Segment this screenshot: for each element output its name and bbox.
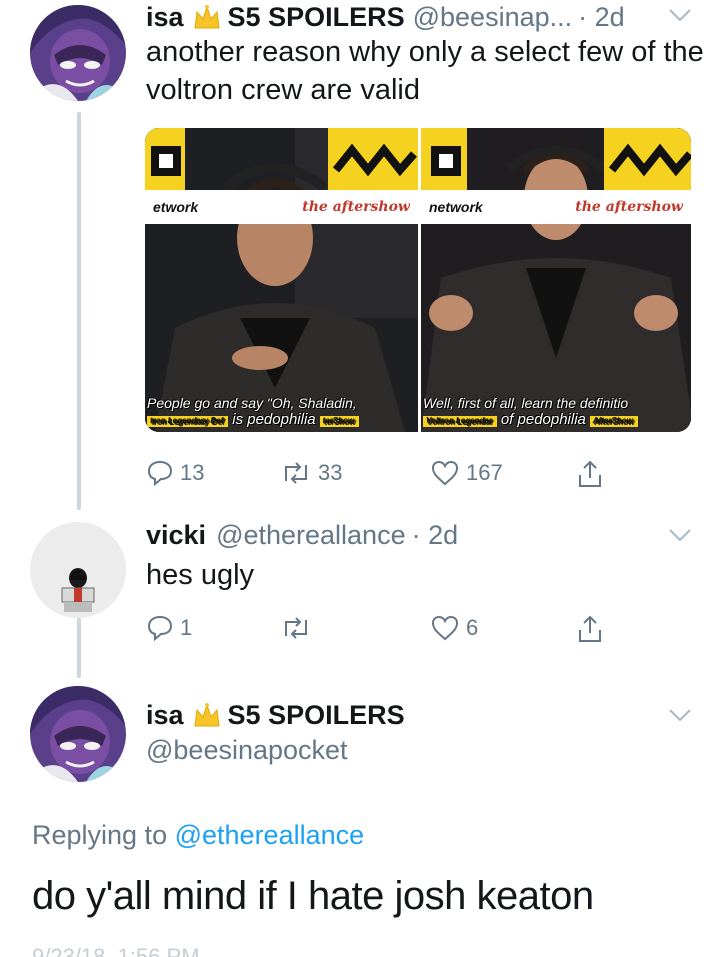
media-panel-right: network the aftershow Well, first of all… — [418, 128, 691, 432]
user-handle[interactable]: @ethereallance — [216, 520, 406, 551]
media-image[interactable]: etwork the aftershow People go and say "… — [145, 128, 691, 432]
name-suffix: S5 SPOILERS — [227, 2, 405, 32]
chevron-down-icon[interactable] — [668, 528, 692, 542]
user-handle[interactable]: @beesinap... — [413, 2, 573, 33]
reply-count: 1 — [180, 615, 193, 640]
show-label: the aftershow — [302, 199, 410, 215]
replying-prefix: Replying to — [32, 820, 168, 850]
tweet-text: hes ugly — [146, 559, 255, 591]
crown-icon — [192, 702, 222, 730]
reply-icon — [147, 460, 173, 487]
tweet1-actions: 13 33 167 — [146, 459, 616, 489]
caption-line: People go and say "Oh, Shaladin, — [147, 395, 357, 411]
caption-tag: AfterShow — [589, 416, 638, 427]
share-icon — [579, 460, 601, 487]
caption-line-2: of pedophilia — [500, 411, 586, 428]
share-button[interactable] — [576, 459, 610, 489]
avatar[interactable] — [30, 686, 126, 782]
replying-to: Replying to @ethereallance — [32, 820, 364, 851]
tweet2-actions: 1 6 — [146, 614, 616, 644]
name-suffix: S5 SPOILERS — [227, 700, 405, 730]
caption-strip: Voltron Legendar — [423, 416, 497, 427]
display-name[interactable]: vicki — [146, 520, 206, 551]
like-count: 167 — [466, 460, 503, 485]
avatar[interactable] — [30, 522, 126, 618]
retweet-button[interactable]: 33 — [280, 459, 342, 487]
caption-tag: terShow — [319, 416, 360, 427]
network-label: etwork — [153, 199, 199, 215]
thread-line-2 — [77, 618, 81, 678]
display-name[interactable]: isa — [146, 2, 184, 33]
like-icon — [431, 615, 459, 641]
reply-button[interactable]: 13 — [146, 459, 204, 487]
reply-count: 13 — [180, 460, 205, 485]
timestamp[interactable]: · 2d — [412, 520, 459, 551]
like-button[interactable]: 167 — [430, 459, 503, 487]
share-icon — [579, 615, 601, 642]
tweet1-header: isa S5 SPOILERS @beesinap... · 2d — [146, 2, 625, 33]
caption-line: Well, first of all, learn the definitio — [423, 395, 629, 411]
timestamp[interactable]: · 2d — [578, 2, 625, 33]
replying-mention[interactable]: @ethereallance — [175, 820, 365, 850]
reply-button[interactable]: 1 — [146, 614, 192, 642]
tweet3-header: isa S5 SPOILERS — [146, 700, 405, 731]
like-icon — [431, 460, 459, 486]
retweet-icon — [285, 462, 307, 484]
tweet-text: do y'all mind if I hate josh keaton — [32, 874, 594, 918]
chevron-down-icon[interactable] — [668, 8, 692, 22]
user-handle[interactable]: @beesinapocket — [146, 735, 348, 766]
avatar[interactable] — [30, 5, 126, 101]
retweet-button[interactable] — [280, 614, 318, 642]
caption-left: People go and say "Oh, Shaladin, tron Le… — [147, 395, 416, 428]
banner-left: etwork the aftershow — [145, 190, 418, 224]
tweet2-header: vicki @ethereallance · 2d — [146, 520, 458, 551]
like-button[interactable]: 6 — [430, 614, 478, 642]
logo-square — [431, 146, 461, 176]
network-label: network — [429, 199, 483, 215]
media-panel-left: etwork the aftershow People go and say "… — [145, 128, 418, 432]
caption-strip: tron Legendary Def — [147, 416, 229, 427]
like-count: 6 — [466, 615, 479, 640]
share-button[interactable] — [576, 614, 610, 644]
caption-right: Well, first of all, learn the definitio … — [423, 395, 689, 428]
display-name[interactable]: isa — [146, 700, 184, 731]
crown-icon — [192, 4, 222, 32]
banner-right: network the aftershow — [421, 190, 691, 224]
tweet3-handle-row: @beesinapocket — [146, 735, 348, 766]
tweet-text: another reason why only a select few of … — [146, 36, 704, 106]
tweet-timestamp[interactable]: 9/23/18, 1:56 PM — [32, 944, 252, 957]
caption-line-2: is pedophilia — [232, 411, 316, 428]
show-label: the aftershow — [575, 199, 683, 215]
logo-square — [151, 146, 181, 176]
chevron-down-icon[interactable] — [668, 708, 692, 722]
retweet-count: 33 — [318, 460, 343, 485]
thread-line-1 — [77, 112, 81, 510]
reply-icon — [147, 615, 173, 642]
retweet-icon — [285, 617, 307, 639]
